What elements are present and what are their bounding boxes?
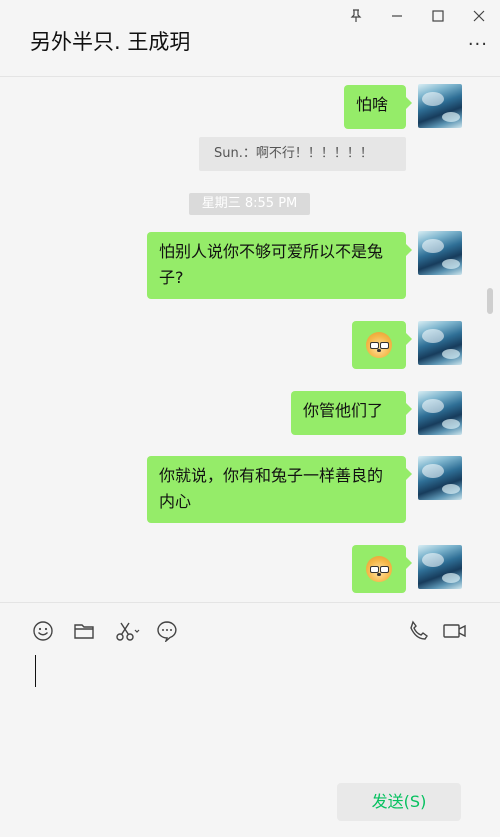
- more-icon[interactable]: ···: [468, 36, 488, 54]
- message-text: 你就说，你有和兔子一样善良的内心: [159, 466, 384, 511]
- message-text: 怕啥: [356, 95, 389, 114]
- doge-emoji: [366, 332, 392, 358]
- doge-emoji: [366, 556, 392, 582]
- avatar[interactable]: [418, 84, 462, 128]
- maximize-icon[interactable]: [428, 6, 448, 26]
- timestamp: 星期三 8:55 PM: [189, 193, 310, 215]
- message-bubble[interactable]: 你就说，你有和兔子一样善良的内心: [147, 456, 412, 523]
- message-area[interactable]: 怕啥 Sun.：啊不行！！！！！！ 星期三 8:55 PM 怕别人说你不够可爱所…: [0, 78, 500, 602]
- message-bubble[interactable]: 你管他们了: [291, 391, 412, 435]
- quoted-message[interactable]: Sun.：啊不行！！！！！！: [199, 137, 406, 171]
- close-icon[interactable]: [469, 6, 489, 26]
- message-text: 怕别人说你不够可爱所以不是兔子?: [159, 242, 384, 287]
- avatar[interactable]: [418, 231, 462, 275]
- chat-bubble-icon[interactable]: [155, 619, 179, 643]
- message-bubble[interactable]: 怕啥: [344, 85, 412, 129]
- emoji-icon[interactable]: [31, 619, 55, 643]
- send-button[interactable]: 发送(S): [337, 783, 461, 821]
- pin-icon[interactable]: [346, 6, 366, 26]
- chat-title: 另外半只. 王成玥: [30, 30, 191, 54]
- input-panel: 发送(S): [0, 602, 500, 837]
- avatar[interactable]: [418, 391, 462, 435]
- avatar[interactable]: [418, 545, 462, 589]
- minimize-icon[interactable]: [387, 6, 407, 26]
- title-bar: 另外半只. 王成玥 ···: [0, 0, 500, 77]
- avatar[interactable]: [418, 456, 462, 500]
- message-bubble[interactable]: 怕别人说你不够可爱所以不是兔子?: [147, 232, 412, 299]
- scissors-icon[interactable]: [114, 619, 142, 643]
- emoji-bubble[interactable]: [352, 545, 412, 593]
- phone-icon[interactable]: [407, 619, 431, 643]
- video-icon[interactable]: [442, 619, 468, 643]
- message-input[interactable]: [30, 651, 470, 771]
- emoji-bubble[interactable]: [352, 321, 412, 369]
- scrollbar[interactable]: [487, 288, 493, 314]
- avatar[interactable]: [418, 321, 462, 365]
- message-text: 你管他们了: [303, 401, 384, 420]
- folder-icon[interactable]: [72, 619, 96, 643]
